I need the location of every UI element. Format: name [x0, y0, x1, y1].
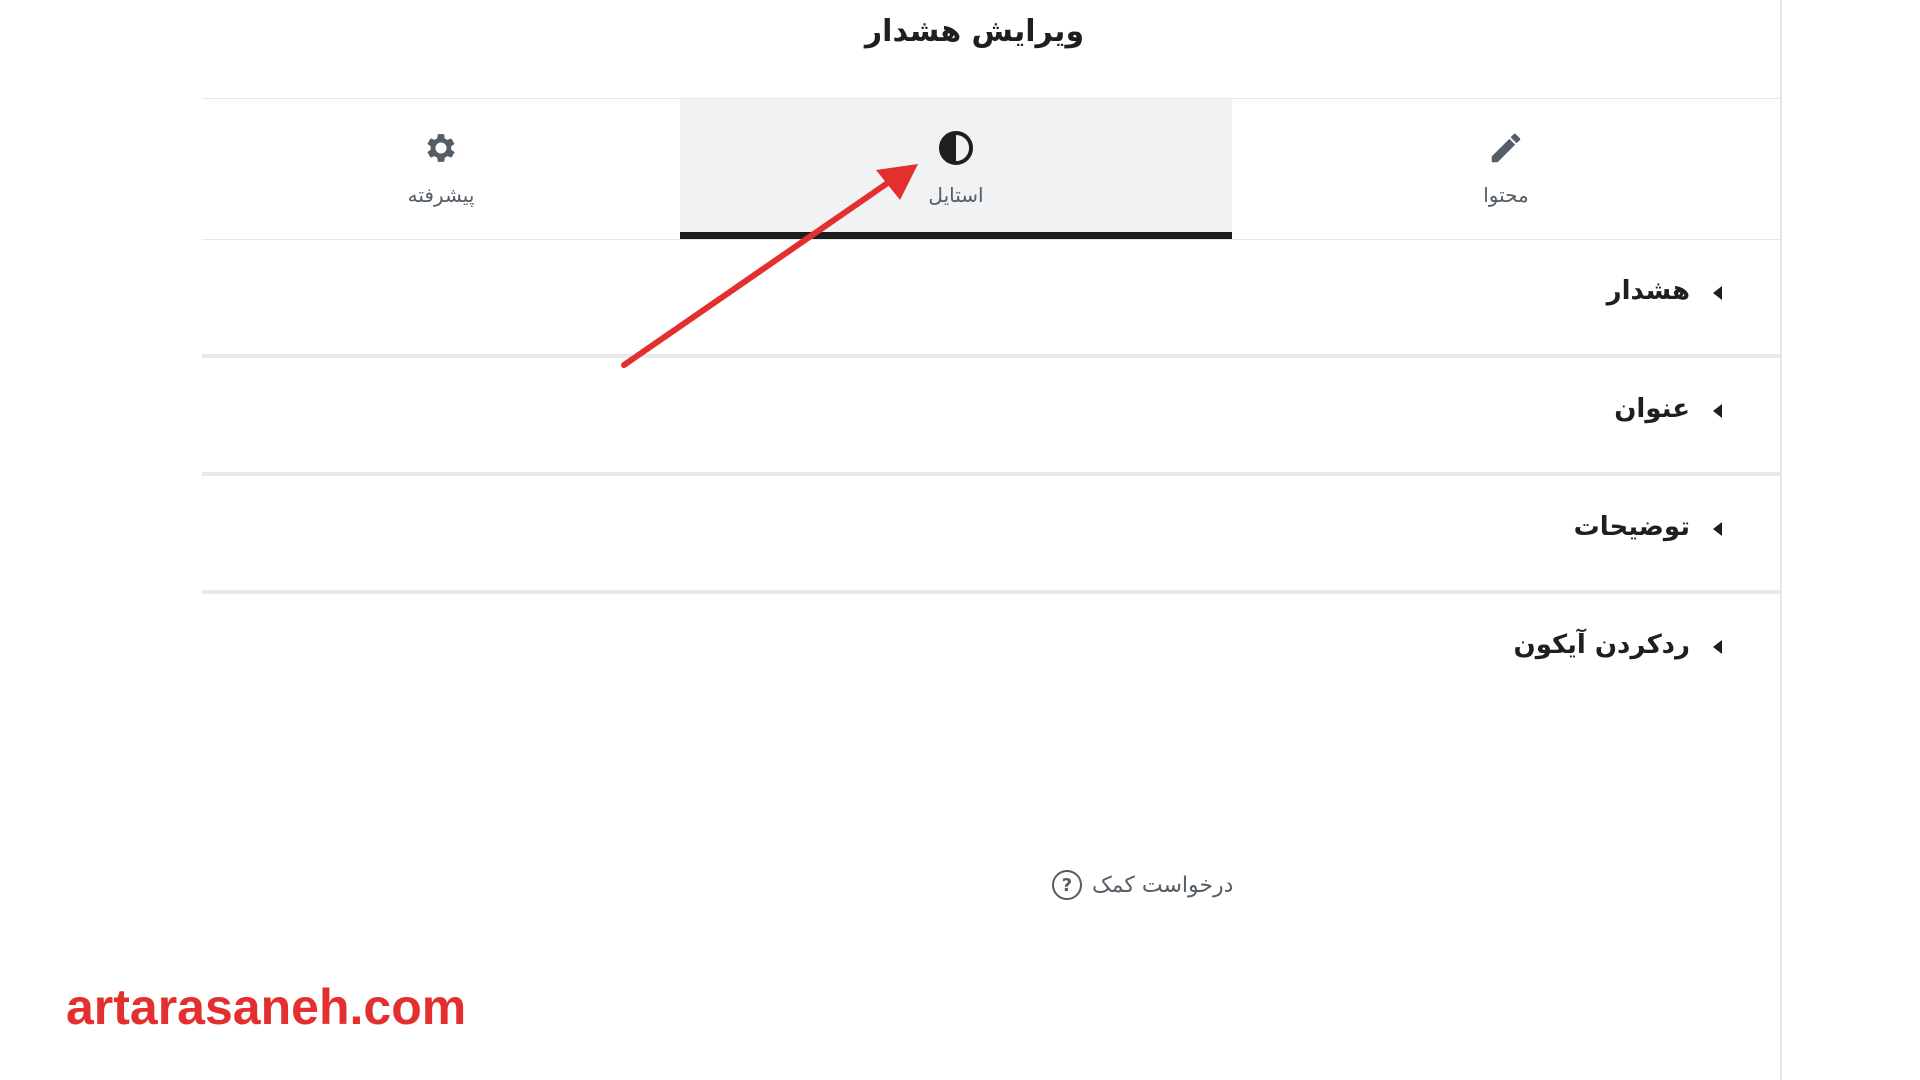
edit-alert-panel: ویرایش هشدار پیشرفته استایل محتوا هشدار [202, 0, 1782, 1080]
section-label: هشدار [1606, 276, 1690, 306]
section-alert[interactable]: هشدار [202, 240, 1780, 358]
tab-style-label: استایل [928, 183, 984, 207]
tab-advanced[interactable]: پیشرفته [202, 99, 680, 237]
section-description[interactable]: توضیحات [202, 476, 1780, 594]
caret-left-icon [1713, 640, 1722, 654]
tab-content[interactable]: محتوا [1232, 99, 1780, 237]
question-circle-icon: ? [1052, 870, 1082, 900]
section-title[interactable]: عنوان [202, 358, 1780, 476]
watermark-text: artarasaneh.com [66, 979, 467, 1035]
style-sections: هشدار عنوان توضیحات ردکردن آیکون [202, 240, 1780, 708]
section-dismiss-icon[interactable]: ردکردن آیکون [202, 594, 1780, 708]
section-label: توضیحات [1573, 512, 1690, 542]
help-label: درخواست کمک [1092, 872, 1234, 898]
tab-bar: پیشرفته استایل محتوا [202, 98, 1780, 240]
caret-left-icon [1713, 286, 1722, 300]
caret-left-icon [1713, 404, 1722, 418]
help-request-link[interactable]: ? درخواست کمک [1052, 868, 1233, 902]
tab-advanced-label: پیشرفته [407, 183, 475, 207]
tab-style[interactable]: استایل [680, 99, 1232, 239]
section-label: عنوان [1614, 394, 1690, 424]
panel-title: ویرایش هشدار [864, 14, 1085, 49]
gear-icon [427, 134, 455, 162]
section-label: ردکردن آیکون [1513, 630, 1690, 660]
tab-content-label: محتوا [1483, 183, 1529, 207]
contrast-icon [938, 130, 974, 166]
pencil-icon [1491, 133, 1521, 163]
caret-left-icon [1713, 522, 1722, 536]
